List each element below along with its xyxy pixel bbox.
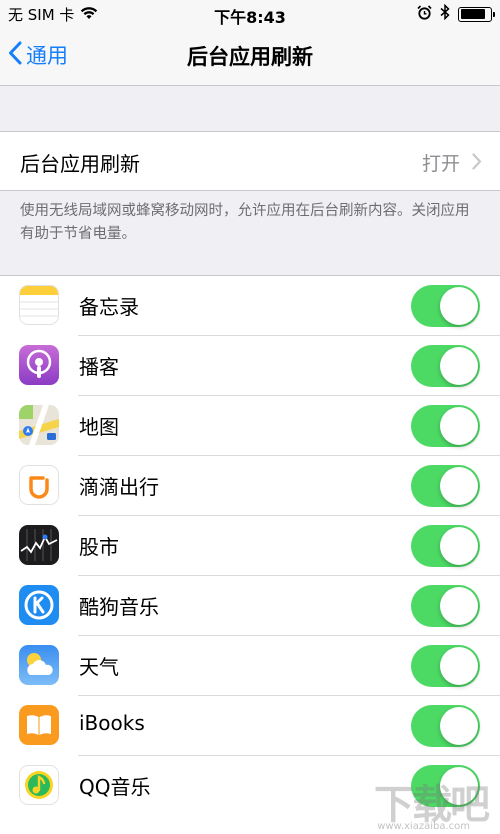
list-item: 滴滴出行 <box>0 456 500 516</box>
app-list: 备忘录 播客 地图 滴滴出行 股市 酷狗音乐 天气 iBooks QQ音乐 <box>0 275 500 834</box>
weather-toggle[interactable] <box>411 645 480 687</box>
battery-icon <box>458 6 495 22</box>
bluetooth-icon <box>440 3 450 24</box>
app-name: 备忘录 <box>79 295 139 319</box>
list-item: 地图 <box>0 396 500 456</box>
notes-icon <box>19 285 59 325</box>
alarm-clock-icon <box>417 4 432 24</box>
app-name: iBooks <box>79 711 145 735</box>
didi-icon <box>19 465 59 505</box>
notes-toggle[interactable] <box>411 285 480 327</box>
navigation-bar: 通用 后台应用刷新 <box>0 28 500 86</box>
app-name: 滴滴出行 <box>79 475 159 499</box>
app-name: 股市 <box>79 535 119 559</box>
app-name: 酷狗音乐 <box>79 595 159 619</box>
stocks-icon <box>19 525 59 565</box>
list-item: 股市 <box>0 516 500 576</box>
podcasts-icon <box>19 345 59 385</box>
toggle-knob <box>440 647 478 685</box>
battery-level <box>460 9 486 19</box>
ibooks-icon <box>19 705 59 745</box>
toggle-knob <box>440 407 478 445</box>
stocks-toggle[interactable] <box>411 525 480 567</box>
list-item: 备忘录 <box>0 276 500 336</box>
ibooks-toggle[interactable] <box>411 705 480 747</box>
chevron-right-icon <box>472 153 482 174</box>
status-right <box>417 3 495 24</box>
list-item: 天气 <box>0 636 500 696</box>
status-bar: 无 SIM 卡 下午8:43 <box>0 0 500 28</box>
didi-toggle[interactable] <box>411 465 480 507</box>
background-refresh-row[interactable]: 后台应用刷新 打开 <box>0 131 500 191</box>
app-name: 地图 <box>79 415 119 439</box>
podcasts-toggle[interactable] <box>411 345 480 387</box>
toggle-knob <box>440 527 478 565</box>
page-title: 后台应用刷新 <box>187 45 313 69</box>
weather-icon <box>19 645 59 685</box>
watermark-url: www.xiazaiba.com <box>377 821 470 832</box>
toggle-knob <box>440 287 478 325</box>
kugou-toggle[interactable] <box>411 585 480 627</box>
qq-music-icon <box>19 765 59 805</box>
list-item: 酷狗音乐 <box>0 576 500 636</box>
list-item: 播客 <box>0 336 500 396</box>
toggle-knob <box>440 467 478 505</box>
toggle-knob <box>440 587 478 625</box>
background-refresh-value: 打开 <box>421 153 460 175</box>
app-name: 播客 <box>79 355 119 379</box>
maps-toggle[interactable] <box>411 405 480 447</box>
maps-icon <box>19 405 59 445</box>
list-item: iBooks <box>0 696 500 756</box>
app-name: QQ音乐 <box>79 775 151 799</box>
toggle-knob <box>440 707 478 745</box>
kugou-icon <box>19 585 59 625</box>
toggle-knob <box>440 347 478 385</box>
app-name: 天气 <box>79 655 119 679</box>
background-refresh-label: 后台应用刷新 <box>20 152 140 176</box>
section-footnote: 使用无线局域网或蜂窝移动网时，允许应用在后台刷新内容。关闭应用有助于节省电量。 <box>20 203 470 242</box>
